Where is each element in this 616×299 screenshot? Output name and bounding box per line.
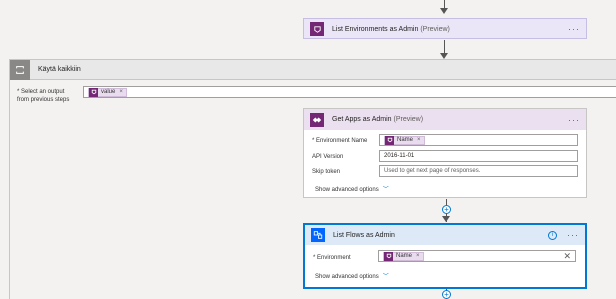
chevron-down-icon: ﹀ [382,187,389,193]
chevron-down-icon: ﹀ [382,274,389,280]
card-header[interactable]: Get Apps as Admin (Preview) ··· [304,109,586,130]
skip-token-field[interactable]: Used to get next page of responses. [379,165,578,177]
name-token[interactable]: Name × [384,135,425,145]
show-advanced-options[interactable]: Show advanced options ﹀ [315,271,389,280]
remove-token-icon[interactable]: × [416,253,420,259]
apply-to-each-title: Käytä kaikkiin [38,66,81,73]
skip-token-label: Skip token [312,169,341,175]
card-title: Get Apps as Admin (Preview) [332,116,424,123]
environment-label: * Environment [313,255,351,261]
loop-icon [10,59,30,80]
remove-token-icon[interactable]: × [417,137,421,143]
flow-icon [311,228,325,242]
name-token[interactable]: Name × [383,251,424,261]
powerapps-icon [310,112,324,127]
api-version-label: API Version [312,154,344,160]
list-environments-card[interactable]: List Environments as Admin (Preview) ··· [303,18,587,39]
info-icon[interactable]: i [548,230,557,240]
api-version-field[interactable]: 2016-11-01 [379,150,578,162]
environment-name-field[interactable]: Name × [379,134,578,146]
token-label: value [101,89,116,95]
arrow-head [442,216,450,222]
list-flows-card[interactable]: List Flows as Admin i ··· * Environment … [303,223,587,289]
powerapps-icon [89,87,98,97]
apply-to-each-header[interactable]: Käytä kaikkiin [10,59,616,80]
environment-field[interactable]: Name × ✕ [378,250,576,262]
add-step-icon[interactable]: + [442,205,451,214]
environment-name-label: * Environment Name [312,138,368,144]
card-title: List Flows as Admin [333,231,395,239]
remove-token-icon[interactable]: × [119,89,123,95]
value-token[interactable]: value × [88,87,127,97]
show-advanced-options[interactable]: Show advanced options ﹀ [315,184,389,193]
clear-icon[interactable]: ✕ [563,251,571,262]
powerapps-icon [310,22,324,36]
get-apps-card[interactable]: Get Apps as Admin (Preview) ··· * Enviro… [303,108,587,198]
arrow-head [440,8,448,14]
token-label: Name [397,137,414,143]
select-output-field[interactable]: value × [83,86,616,98]
card-header[interactable]: List Flows as Admin i ··· [305,225,585,245]
select-output-label: * Select an output from previous steps [17,89,70,103]
more-options-icon[interactable]: ··· [568,115,580,125]
more-options-icon[interactable]: ··· [567,230,579,240]
powerapps-icon [384,251,393,261]
card-title: List Environments as Admin (Preview) [332,25,450,33]
more-options-icon[interactable]: ··· [568,24,580,34]
card-header[interactable]: List Environments as Admin (Preview) ··· [304,19,586,39]
powerapps-icon [385,135,394,145]
token-label: Name [396,253,413,259]
add-step-icon[interactable]: + [442,290,451,299]
